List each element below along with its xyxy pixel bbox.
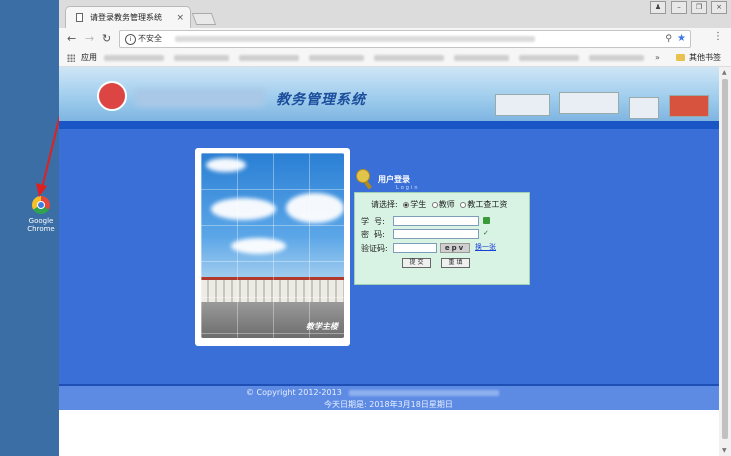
- apps-icon[interactable]: [67, 54, 75, 62]
- scroll-down-icon[interactable]: ▼: [722, 447, 727, 454]
- bookmark-item[interactable]: [239, 55, 299, 61]
- info-icon[interactable]: i: [125, 34, 136, 45]
- campus-photo: 教学主楼: [195, 148, 350, 346]
- bookmark-item[interactable]: [174, 55, 229, 61]
- folder-icon: [676, 54, 685, 61]
- scroll-up-icon[interactable]: ▲: [722, 69, 727, 76]
- reload-icon[interactable]: ↻: [102, 31, 111, 47]
- user-field-icon: [483, 217, 490, 224]
- banner: 教务管理系统: [59, 67, 719, 121]
- address-bar[interactable]: i 不安全 ⚲ ★: [119, 30, 691, 48]
- check-icon: ✓: [483, 229, 489, 237]
- role-select-label: 请选择:: [371, 200, 398, 209]
- footer: © Copyright 2012-2013 今天日期是: 2018年3月18日星…: [59, 386, 719, 410]
- bookmark-item[interactable]: [589, 55, 644, 61]
- scrollbar[interactable]: ▲ ▼: [719, 67, 731, 456]
- captcha-label: 验证码:: [361, 244, 388, 253]
- bookmarks-more[interactable]: »: [655, 50, 660, 66]
- page-content: 教务管理系统 教学主楼 用户登录 Login 请选择: 学生 教师 教工查工资 …: [59, 67, 719, 456]
- student-id-input[interactable]: [393, 216, 479, 226]
- tab-close-icon[interactable]: ×: [176, 7, 184, 29]
- campus-photo-image: 教学主楼: [201, 153, 344, 338]
- tab-title: 请登录教务管理系统: [90, 13, 162, 22]
- blurred-url: [175, 36, 535, 42]
- new-tab-button[interactable]: [191, 13, 217, 25]
- role-radio-salary[interactable]: [460, 201, 467, 208]
- header-divider: [59, 121, 719, 129]
- user-icon[interactable]: ♟: [650, 1, 666, 14]
- submit-button[interactable]: 提 交: [402, 258, 431, 268]
- role-label-teacher[interactable]: 教师: [439, 200, 455, 209]
- password-input[interactable]: [393, 229, 479, 239]
- login-header: 用户登录 Login: [356, 169, 476, 191]
- search-icon[interactable]: ⚲: [665, 31, 672, 47]
- scrollbar-thumb[interactable]: [722, 79, 728, 439]
- date-text: 今天日期是: 2018年3月18日星期日: [324, 400, 453, 409]
- browser-tab[interactable]: 请登录教务管理系统 ×: [65, 6, 191, 29]
- role-radio-student[interactable]: [403, 201, 410, 208]
- password-label: 密 码:: [361, 230, 385, 239]
- building-image: [559, 92, 619, 114]
- bookmarks-bar: 应用 » 其他书签: [59, 50, 731, 67]
- title-bar: 请登录教务管理系统 × ♟ – ❐ ×: [59, 0, 731, 29]
- role-radio-teacher[interactable]: [431, 201, 438, 208]
- school-name-blurred: [135, 89, 265, 107]
- bookmark-item[interactable]: [374, 55, 444, 61]
- security-label: 不安全: [138, 34, 162, 43]
- change-captcha-link[interactable]: 换一张: [475, 242, 496, 252]
- copyright-text: © Copyright 2012-2013: [246, 388, 342, 397]
- system-title: 教务管理系统: [276, 92, 366, 108]
- key-icon: [356, 169, 370, 183]
- toolbar: ← → ↻ i 不安全 ⚲ ★ ⋮: [59, 28, 731, 50]
- building-image: [629, 97, 659, 119]
- role-label-student[interactable]: 学生: [410, 200, 426, 209]
- reset-button[interactable]: 重 填: [441, 258, 470, 268]
- other-bookmarks[interactable]: 其他书签: [689, 50, 721, 66]
- login-form: 请选择: 学生 教师 教工查工资 学 号: 密 码: ✓ 验证码: epv 换一…: [354, 192, 530, 285]
- photo-caption: 教学主楼: [306, 322, 338, 331]
- back-icon[interactable]: ←: [67, 31, 76, 47]
- bookmark-item[interactable]: [104, 55, 164, 61]
- role-selector: 请选择: 学生 教师 教工查工资: [371, 199, 507, 210]
- bookmark-star-icon[interactable]: ★: [677, 31, 686, 47]
- browser-window: 请登录教务管理系统 × ♟ – ❐ × ← → ↻ i 不安全 ⚲ ★ ⋮ 应用…: [59, 0, 731, 456]
- photo-grid: [201, 153, 344, 338]
- page-bottom: [59, 410, 719, 456]
- bookmark-item[interactable]: [309, 55, 364, 61]
- building-image: [669, 95, 709, 117]
- apps-label[interactable]: 应用: [81, 50, 97, 66]
- bookmark-item[interactable]: [454, 55, 509, 61]
- building-image: [495, 94, 550, 116]
- login-subtitle: Login: [396, 185, 420, 191]
- copyright-owner-blurred: [349, 390, 499, 396]
- school-logo: [97, 81, 127, 111]
- minimize-icon[interactable]: –: [671, 1, 687, 14]
- captcha-image[interactable]: epv: [440, 243, 470, 253]
- menu-icon[interactable]: ⋮: [713, 31, 723, 42]
- login-title: 用户登录: [378, 175, 410, 184]
- page-icon: [76, 13, 83, 22]
- role-label-salary[interactable]: 教工查工资: [467, 200, 507, 209]
- captcha-input[interactable]: [393, 243, 437, 253]
- student-id-label: 学 号:: [361, 217, 385, 226]
- restore-icon[interactable]: ❐: [691, 1, 707, 14]
- bookmark-item[interactable]: [519, 55, 579, 61]
- window-close-icon[interactable]: ×: [711, 1, 727, 14]
- forward-icon[interactable]: →: [85, 31, 94, 47]
